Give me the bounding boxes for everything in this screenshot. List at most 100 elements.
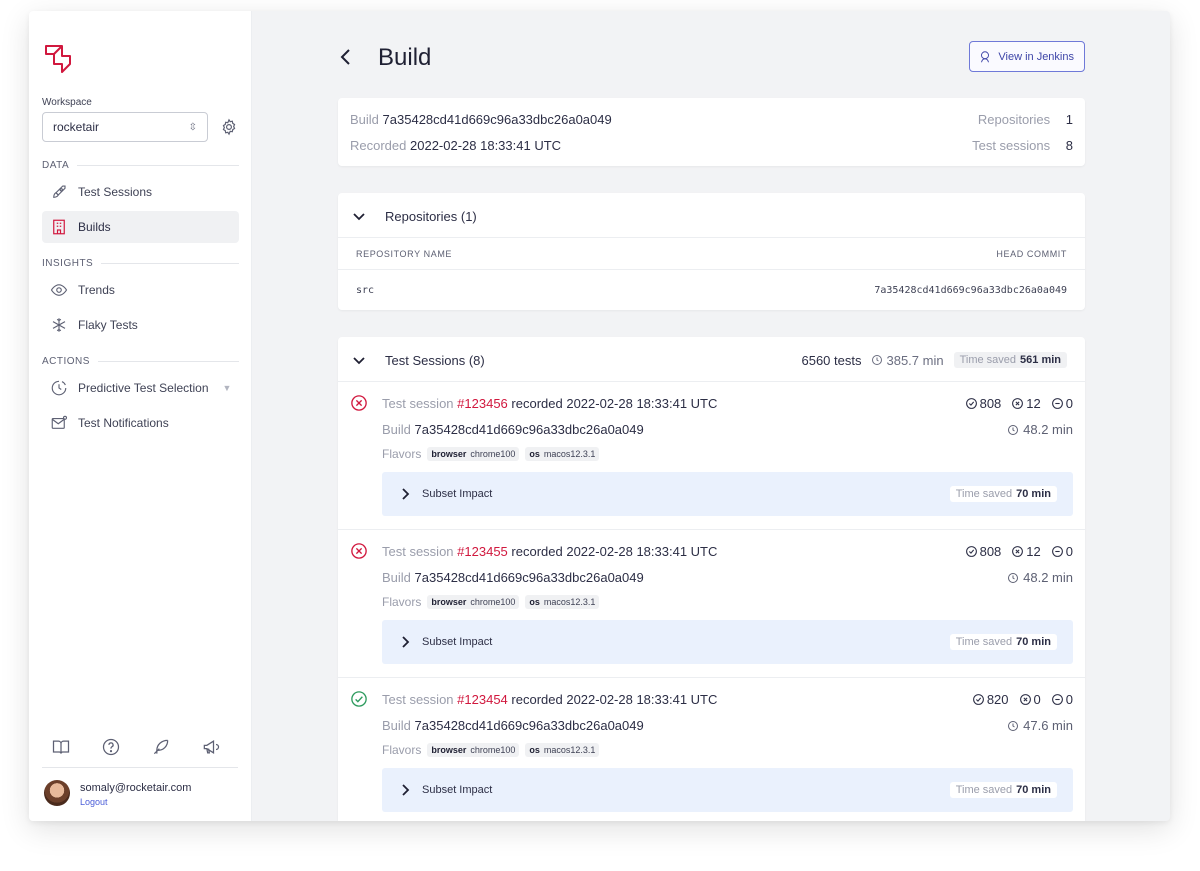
flavor-value: macos12.3.1 [543,597,596,607]
test-sessions-count: 8 [1065,138,1073,153]
skipped-count: 0 [1051,692,1073,707]
tests-count: 6560 tests [801,352,862,368]
repository-name: src [356,285,375,296]
session-flavors: Flavors browser chrome100 os macos12.3.1 [382,743,600,757]
logo-icon[interactable] [42,42,74,74]
sidebar-item-predictive-test-selection[interactable]: Predictive Test Selection ▼ [42,372,239,404]
list-item[interactable]: Test session #123454 recorded 2022-02-28… [338,678,1085,821]
build-label: Build [382,718,411,733]
failed-count: 0 [1019,692,1041,707]
list-item[interactable]: Test session #123456 recorded 2022-02-28… [338,382,1085,529]
skipped-value: 0 [1065,692,1073,707]
list-item[interactable]: Test session #123455 recorded 2022-02-28… [338,530,1085,677]
divider [42,767,238,768]
flavors-label: Flavors [382,447,422,461]
session-title: Test session #123455 recorded 2022-02-28… [382,544,717,559]
sidebar-item-flaky-tests[interactable]: Flaky Tests [42,309,239,341]
subset-impact-toggle[interactable]: Subset Impact Time saved 70 min [382,768,1073,812]
page-header: Build View in Jenkins [338,41,1085,73]
megaphone-icon[interactable] [201,737,221,757]
section-data: DATA [42,160,239,171]
session-recorded: recorded 2022-02-28 18:33:41 UTC [511,692,718,707]
main-content: Build View in Jenkins Build 7a35428cd41d… [252,11,1170,821]
book-icon[interactable] [51,737,71,757]
clock-icon [1008,572,1019,583]
subset-impact-toggle[interactable]: Subset Impact Time saved 70 min [382,472,1073,516]
page-title: Build [378,44,432,71]
session-id-link[interactable]: #123456 [457,396,508,411]
check-circle-icon [965,546,977,557]
table-row[interactable]: src 7a35428cd41d669c96a33dbc26a0a049 [338,271,1085,310]
col-repository-name: REPOSITORY NAME [356,248,453,259]
duration-value: 47.6 min [1023,718,1073,733]
sidebar: Workspace rocketair ⇳ DATA Test Sessions… [29,11,252,821]
subset-impact-toggle[interactable]: Subset Impact Time saved 70 min [382,620,1073,664]
failed-value: 0 [1033,692,1041,707]
gear-icon[interactable] [220,118,238,136]
test-sessions-header[interactable]: Test Sessions (8) 6560 tests 385.7 min T… [352,351,1067,369]
session-id-link[interactable]: #123455 [457,544,508,559]
time-saved-badge: Time saved 70 min [949,486,1057,502]
flavor-key: os [529,597,540,607]
workspace-label: Workspace [42,97,92,108]
test-sessions-stats: 6560 tests 385.7 min Time saved 561 min [801,352,1067,368]
time-saved-label: Time saved [955,784,1013,796]
session-duration: 48.2 min [1007,422,1073,437]
check-circle-icon [350,690,368,708]
duration-value: 48.2 min [1023,570,1073,585]
flavor-tag: os macos12.3.1 [525,743,600,757]
session-id-link[interactable]: #123454 [457,692,508,707]
repositories-header[interactable]: Repositories (1) [352,207,1067,225]
build-hash: 7a35428cd41d669c96a33dbc26a0a049 [414,570,644,585]
building-icon [50,218,68,236]
chevron-right-icon [402,488,410,500]
workspace-select[interactable]: rocketair ⇳ [42,112,208,142]
sidebar-item-test-notifications[interactable]: Test Notifications [42,407,239,439]
updown-icon: ⇳ [188,121,197,133]
sidebar-item-label: Flaky Tests [78,318,138,332]
test-sessions-title: Test Sessions (8) [385,352,485,368]
section-actions: ACTIONS [42,356,239,367]
build-summary-card: Build 7a35428cd41d669c96a33dbc26a0a049 R… [338,98,1085,166]
flavor-key: browser [431,449,467,459]
duration-value: 385.7 min [886,352,944,368]
sidebar-item-builds[interactable]: Builds [42,211,239,243]
session-prefix: Test session [382,544,454,559]
flavors-label: Flavors [382,743,422,757]
flavor-tag: os macos12.3.1 [525,447,600,461]
sidebar-item-label: Test Notifications [78,416,169,430]
time-saved-badge: Time saved 70 min [949,634,1057,650]
repositories-card: Repositories (1) REPOSITORY NAME HEAD CO… [338,193,1085,310]
view-in-jenkins-button[interactable]: View in Jenkins [969,41,1085,72]
session-title: Test session #123456 recorded 2022-02-28… [382,396,717,411]
repositories-label: Repositories [977,112,1051,127]
chevron-down-icon [353,213,365,221]
back-arrow-icon[interactable] [338,47,352,67]
help-icon[interactable] [101,737,121,757]
avatar[interactable] [44,780,70,806]
skipped-value: 0 [1065,544,1073,559]
clock-icon [1008,424,1019,435]
flavor-key: os [529,745,540,755]
caret-down-icon[interactable]: ▼ [223,383,232,393]
sidebar-item-trends[interactable]: Trends [42,274,239,306]
app-window: Workspace rocketair ⇳ DATA Test Sessions… [29,11,1170,821]
time-saved-badge: Time saved 70 min [949,782,1057,798]
logout-link[interactable]: Logout [80,797,108,807]
skipped-count: 0 [1051,544,1073,559]
eye-icon [50,281,68,299]
jenkins-button-label: View in Jenkins [998,50,1074,63]
build-label: Build [382,422,411,437]
x-circle-icon [1019,694,1031,705]
time-saved-label: Time saved [959,354,1017,366]
session-prefix: Test session [382,396,454,411]
jenkins-icon [981,50,990,62]
passed-count: 820 [972,692,1009,707]
sidebar-item-test-sessions[interactable]: Test Sessions [42,176,239,208]
feather-icon[interactable] [151,737,171,757]
session-build: Build 7a35428cd41d669c96a33dbc26a0a049 [382,422,644,437]
flavor-key: browser [431,745,467,755]
session-flavors: Flavors browser chrome100 os macos12.3.1 [382,595,600,609]
repositories-count: 1 [1065,112,1073,127]
flavor-tag: browser chrome100 [427,743,520,757]
